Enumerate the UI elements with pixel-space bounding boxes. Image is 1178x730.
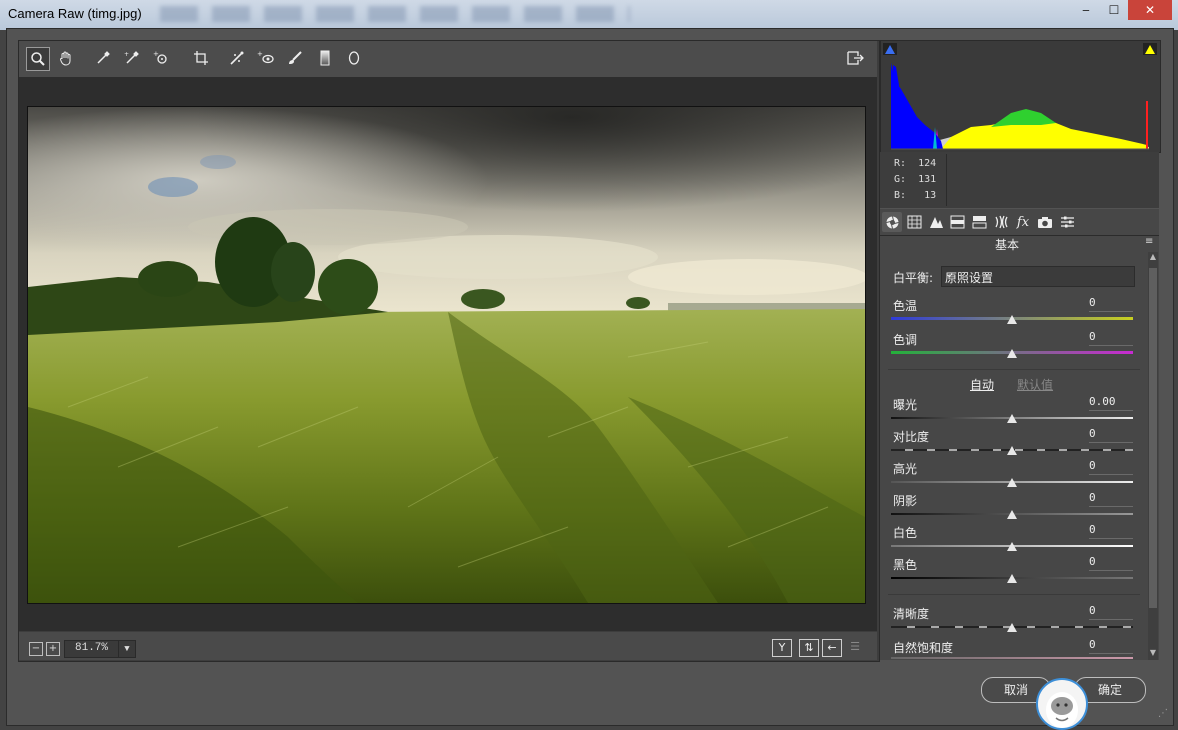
resize-grip-icon[interactable]: ⋰ (1158, 708, 1172, 722)
camera-calibration-icon[interactable] (1035, 212, 1055, 232)
readout-g: G: 131 (894, 174, 937, 185)
white-balance-tool-icon[interactable] (92, 47, 114, 69)
presets-icon[interactable] (1057, 212, 1077, 232)
readout-r: R: 124 (894, 158, 937, 169)
auto-link[interactable]: 自动 (970, 376, 994, 393)
scroll-up-icon[interactable]: ▲ (1148, 252, 1158, 262)
contrast-value[interactable]: 0 (1089, 427, 1133, 443)
tint-value[interactable]: 0 (1089, 330, 1133, 346)
export-icon[interactable] (844, 47, 866, 69)
rgb-readout: R: 124 G: 131 B: 13 (880, 152, 1159, 208)
shadows-value[interactable]: 0 (1089, 491, 1133, 507)
basic-settings-panel (880, 252, 1159, 660)
straighten-tool-icon[interactable] (226, 47, 248, 69)
before-after-toggle-icon[interactable]: Y (772, 639, 792, 657)
panel-menu-icon[interactable]: ≡ (1145, 237, 1155, 248)
hand-tool-icon[interactable] (55, 47, 77, 69)
minimize-icon[interactable]: ‒ (1072, 0, 1100, 20)
spot-removal-tool-icon[interactable]: + (255, 47, 277, 69)
blurred-taskbar-region (160, 6, 630, 22)
chevron-down-icon: ▼ (118, 641, 135, 657)
temperature-label: 色温 (893, 299, 918, 313)
exposure-slider-thumb[interactable] (1007, 414, 1017, 423)
svg-text:+: + (124, 51, 129, 58)
svg-text:+: + (153, 50, 159, 58)
clarity-label: 清晰度 (893, 607, 930, 621)
lens-icon[interactable] (991, 212, 1011, 232)
zoom-level-select[interactable]: 81.7% ▼ (64, 640, 136, 658)
shadows-slider-thumb[interactable] (1007, 510, 1017, 519)
swap-settings-icon[interactable]: ⇅ (799, 639, 819, 657)
svg-text:+: + (257, 50, 263, 58)
vibrance-label: 自然饱和度 (893, 641, 954, 655)
panel-title: 基本 (995, 238, 1020, 252)
white-balance-label: 白平衡: (893, 271, 934, 285)
readout-b: B: 13 (894, 190, 937, 201)
image-preview[interactable] (27, 106, 866, 604)
window-title: Camera Raw (timg.jpg) (8, 6, 142, 21)
section-divider (888, 369, 1140, 370)
tint-label: 色调 (893, 333, 918, 347)
tint-slider-thumb[interactable] (1007, 349, 1017, 358)
graduated-filter-icon[interactable] (314, 47, 336, 69)
panel-scrollbar[interactable]: ▲ ▼ (1148, 252, 1158, 660)
basic-icon[interactable] (882, 212, 902, 232)
histogram (880, 40, 1161, 153)
section-divider (888, 594, 1140, 595)
highlights-label: 高光 (893, 462, 918, 476)
tone-curve-icon[interactable] (904, 212, 924, 232)
highlights-slider-thumb[interactable] (1007, 478, 1017, 487)
effects-icon[interactable]: fx (1013, 212, 1033, 232)
default-link[interactable]: 默认值 (1017, 376, 1053, 393)
zoom-out-button[interactable]: − (29, 642, 43, 656)
exposure-value[interactable]: 0.00 (1089, 395, 1133, 411)
crop-tool-icon[interactable] (190, 47, 212, 69)
panel-tabs: fx (880, 209, 1159, 236)
detail-icon[interactable] (926, 212, 946, 232)
temperature-slider-thumb[interactable] (1007, 315, 1017, 324)
zoom-in-button[interactable]: + (46, 642, 60, 656)
maximize-icon[interactable]: ☐ (1100, 0, 1128, 20)
white-balance-select[interactable]: 原照设置 ⌄ (941, 266, 1135, 287)
zoom-level-value: 81.7% (75, 642, 109, 654)
zoom-tool-icon[interactable] (26, 47, 50, 71)
shadows-label: 阴影 (893, 494, 918, 508)
scroll-thumb[interactable] (1149, 268, 1157, 608)
targeted-adjustment-tool-icon[interactable]: + (151, 47, 173, 69)
blacks-slider-thumb[interactable] (1007, 574, 1017, 583)
vibrance-slider-track[interactable] (891, 657, 1133, 659)
clarity-slider-thumb[interactable] (1007, 623, 1017, 632)
window-controls: ‒ ☐ ✕ (1072, 0, 1172, 22)
split-toning-icon[interactable] (969, 212, 989, 232)
radial-filter-icon[interactable] (343, 47, 365, 69)
chevron-down-icon: ⌄ (945, 269, 954, 280)
clarity-value[interactable]: 0 (1089, 604, 1133, 620)
hsl-icon[interactable] (947, 212, 967, 232)
contrast-label: 对比度 (893, 430, 930, 444)
panel-header (880, 236, 1159, 252)
preview-preferences-icon[interactable]: ☰ (846, 639, 864, 655)
contrast-slider-thumb[interactable] (1007, 446, 1017, 455)
whites-value[interactable]: 0 (1089, 523, 1133, 539)
blacks-value[interactable]: 0 (1089, 555, 1133, 571)
exposure-label: 曝光 (893, 398, 918, 412)
temperature-value[interactable]: 0 (1089, 296, 1133, 312)
blacks-label: 黑色 (893, 558, 918, 572)
color-sampler-tool-icon[interactable]: + (121, 47, 143, 69)
vibrance-value[interactable]: 0 (1089, 638, 1133, 654)
highlights-value[interactable]: 0 (1089, 459, 1133, 475)
scroll-down-icon[interactable]: ▼ (1148, 648, 1158, 658)
close-icon[interactable]: ✕ (1128, 0, 1172, 20)
avatar[interactable] (1036, 678, 1088, 730)
preview-status-bar: − + (19, 632, 877, 660)
tool-bar: + + + (19, 41, 877, 77)
copy-settings-icon[interactable]: ← (822, 639, 842, 657)
whites-slider-thumb[interactable] (1007, 542, 1017, 551)
readout-divider (946, 154, 947, 206)
adjustment-brush-icon[interactable] (284, 47, 306, 69)
whites-label: 白色 (893, 526, 918, 540)
